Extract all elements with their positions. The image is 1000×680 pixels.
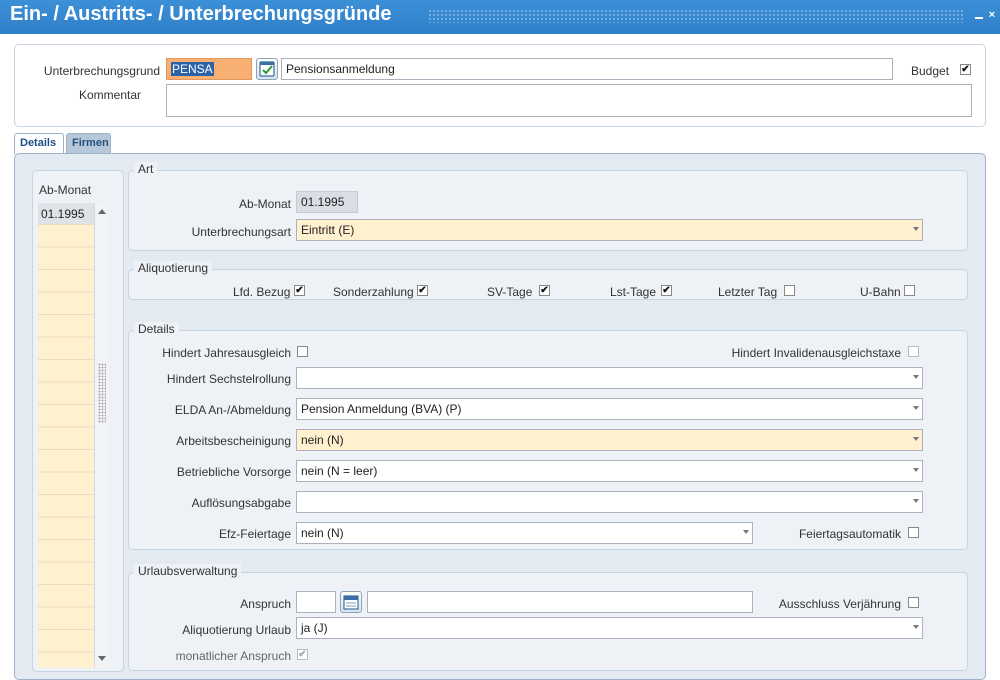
- tab-details[interactable]: Details: [14, 133, 64, 154]
- urlaubsverwaltung-legend: Urlaubsverwaltung: [134, 564, 242, 578]
- chevron-down-icon[interactable]: [913, 437, 919, 441]
- ab-monat-list-header: Ab-Monat: [39, 183, 92, 197]
- aliquotierung-urlaub-value: ja (J): [301, 621, 328, 635]
- lfd-bezug-checkbox[interactable]: ✔: [294, 285, 305, 296]
- chevron-down-icon[interactable]: [913, 227, 919, 231]
- ab-monat-label: Ab-Monat: [238, 197, 291, 211]
- unterbrechungsart-label: Unterbrechungsart: [191, 225, 291, 239]
- urlaubsverwaltung-group: Urlaubsverwaltung Anspruch Ausschluss Ve…: [128, 564, 968, 671]
- anspruch-field[interactable]: [296, 591, 336, 613]
- sonderzahlung-checkbox[interactable]: ✔: [417, 285, 428, 296]
- checklist-icon: [259, 61, 275, 77]
- unterbrechungsgrund-code-field[interactable]: PENSA: [166, 58, 252, 80]
- art-group: Art Ab-Monat 01.1995 Unterbrechungsart E…: [128, 162, 968, 251]
- invalidenausgleichstaxe-label: Hindert Invalidenausgleichstaxe: [731, 346, 901, 360]
- invalidenausgleichstaxe-checkbox[interactable]: [908, 346, 919, 357]
- sechstelrollung-select[interactable]: [296, 367, 923, 389]
- header-panel: Unterbrechungsgrund PENSA Pensionsanmeld…: [14, 44, 986, 127]
- anspruch-label: Anspruch: [240, 597, 291, 611]
- lst-tage-checkbox[interactable]: ✔: [661, 285, 672, 296]
- aufloesungsabgabe-select[interactable]: [296, 491, 923, 513]
- tab-firmen-label: Firmen: [72, 137, 109, 149]
- letzter-tag-checkbox[interactable]: [784, 285, 795, 296]
- chevron-down-icon[interactable]: [913, 499, 919, 503]
- unterbrechungsgrund-text-field[interactable]: Pensionsanmeldung: [281, 58, 893, 80]
- u-bahn-label: U-Bahn: [860, 285, 901, 299]
- chevron-down-icon[interactable]: [913, 625, 919, 629]
- aliquotierung-urlaub-select[interactable]: ja (J): [296, 617, 923, 639]
- aliquotierung-group: Aliquotierung Lfd. Bezug ✔ Sonderzahlung…: [128, 261, 968, 300]
- unterbrechungsgrund-code-value: PENSA: [171, 62, 214, 76]
- scroll-down-icon[interactable]: [98, 656, 106, 661]
- efz-feiertage-label: Efz-Feiertage: [218, 527, 291, 541]
- ab-monat-list-item-value: 01.1995: [41, 207, 85, 221]
- window-content: Unterbrechungsgrund PENSA Pensionsanmeld…: [0, 34, 1000, 680]
- sv-tage-checkbox[interactable]: ✔: [539, 285, 550, 296]
- list-row-lines: [38, 225, 94, 665]
- sonderzahlung-label: Sonderzahlung: [333, 285, 414, 299]
- anspruch-text-field[interactable]: [367, 591, 753, 613]
- scrollbar-grip[interactable]: [98, 363, 106, 423]
- budget-label: Budget: [911, 64, 950, 78]
- chevron-down-icon[interactable]: [913, 406, 919, 410]
- unterbrechungsgrund-text-value: Pensionsanmeldung: [286, 62, 395, 76]
- window-title: Ein- / Austritts- / Unterbrechungsgründe: [10, 3, 392, 25]
- details-legend: Details: [134, 322, 179, 336]
- ausschluss-verjaehrung-checkbox[interactable]: [908, 597, 919, 608]
- budget-checkbox[interactable]: ✔: [960, 64, 971, 75]
- tab-firmen[interactable]: Firmen: [66, 133, 111, 154]
- elda-select[interactable]: Pension Anmeldung (BVA) (P): [296, 398, 923, 420]
- lfd-bezug-label: Lfd. Bezug: [233, 285, 291, 299]
- sechstelrollung-label: Hindert Sechstelrollung: [166, 372, 291, 386]
- tab-details-label: Details: [20, 137, 57, 149]
- ab-monat-field: 01.1995: [296, 191, 358, 213]
- lst-tage-label: Lst-Tage: [610, 285, 657, 299]
- list-scrollbar[interactable]: [94, 203, 108, 668]
- betriebliche-vorsorge-select[interactable]: nein (N = leer): [296, 460, 923, 482]
- close-icon[interactable]: ×: [987, 10, 997, 21]
- feiertagsautomatik-label: Feiertagsautomatik: [798, 527, 901, 541]
- ausschluss-verjaehrung-label: Ausschluss Verjährung: [778, 597, 901, 611]
- sv-tage-label: SV-Tage: [487, 285, 533, 299]
- arbeitsbescheinigung-value: nein (N): [301, 433, 344, 447]
- monatlicher-anspruch-checkbox[interactable]: ✔: [297, 649, 308, 660]
- elda-value: Pension Anmeldung (BVA) (P): [301, 402, 462, 416]
- aufloesungsabgabe-label: Auflösungsabgabe: [191, 496, 291, 510]
- calendar-button[interactable]: [340, 591, 362, 613]
- scroll-up-icon[interactable]: [98, 209, 106, 214]
- calendar-icon: [343, 595, 359, 610]
- minimize-icon[interactable]: [974, 10, 984, 20]
- art-legend: Art: [134, 162, 158, 176]
- chevron-down-icon[interactable]: [913, 468, 919, 472]
- chevron-down-icon[interactable]: [913, 375, 919, 379]
- title-bar-pattern: [428, 9, 964, 23]
- feiertagsautomatik-checkbox[interactable]: [908, 527, 919, 538]
- efz-feiertage-select[interactable]: nein (N): [296, 522, 753, 544]
- ab-monat-value: 01.1995: [301, 195, 345, 209]
- unterbrechungsgrund-label: Unterbrechungsgrund: [43, 64, 160, 78]
- arbeitsbescheinigung-select[interactable]: nein (N): [296, 429, 923, 451]
- unterbrechungsart-select[interactable]: Eintritt (E): [296, 219, 923, 241]
- betriebliche-vorsorge-label: Betriebliche Vorsorge: [176, 465, 291, 479]
- aliquotierung-urlaub-label: Aliquotierung Urlaub: [182, 623, 291, 637]
- details-tab-panel: Ab-Monat 01.1995 Art Ab-Monat 01.1995 Un…: [14, 153, 986, 680]
- jahresausgleich-label: Hindert Jahresausgleich: [162, 346, 291, 360]
- lookup-button[interactable]: [256, 58, 278, 80]
- elda-label: ELDA An-/Abmeldung: [174, 403, 291, 417]
- ab-monat-list-panel: Ab-Monat 01.1995: [32, 170, 124, 672]
- aliquotierung-legend: Aliquotierung: [134, 261, 213, 275]
- betriebliche-vorsorge-value: nein (N = leer): [301, 464, 378, 478]
- jahresausgleich-checkbox[interactable]: [297, 346, 308, 357]
- letzter-tag-label: Letzter Tag: [718, 285, 778, 299]
- title-bar: Ein- / Austritts- / Unterbrechungsgründe…: [0, 0, 1000, 34]
- ab-monat-list-item[interactable]: 01.1995: [38, 203, 94, 225]
- kommentar-field[interactable]: [166, 84, 972, 117]
- arbeitsbescheinigung-label: Arbeitsbescheinigung: [176, 434, 291, 448]
- efz-feiertage-value: nein (N): [301, 526, 344, 540]
- u-bahn-checkbox[interactable]: [904, 285, 915, 296]
- details-group: Details Hindert Jahresausgleich Hindert …: [128, 322, 968, 550]
- unterbrechungsart-value: Eintritt (E): [301, 223, 355, 237]
- monatlicher-anspruch-label: monatlicher Anspruch: [175, 649, 291, 663]
- kommentar-label: Kommentar: [78, 88, 141, 102]
